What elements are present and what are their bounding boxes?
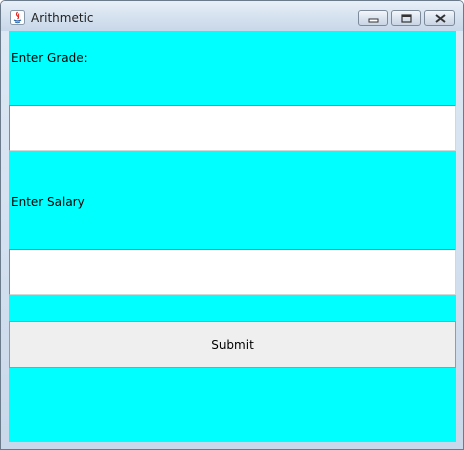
form-panel: Enter Grade: Enter Salary Submit <box>9 31 456 442</box>
minimize-button[interactable] <box>358 10 388 26</box>
maximize-icon <box>401 14 412 23</box>
java-icon <box>10 10 25 25</box>
close-icon <box>435 14 446 23</box>
minimize-icon <box>368 18 379 23</box>
salary-label: Enter Salary <box>11 195 85 209</box>
maximize-button[interactable] <box>391 10 421 26</box>
title-bar[interactable]: Arithmetic <box>1 1 463 31</box>
window-title: Arithmetic <box>31 11 94 25</box>
close-button[interactable] <box>424 10 455 26</box>
grade-input[interactable] <box>9 105 456 151</box>
submit-button[interactable]: Submit <box>9 321 456 368</box>
grade-label: Enter Grade: <box>11 51 88 65</box>
app-window: Arithmetic Enter Grade: Enter Salary Sub… <box>0 0 464 450</box>
salary-input[interactable] <box>9 249 456 295</box>
